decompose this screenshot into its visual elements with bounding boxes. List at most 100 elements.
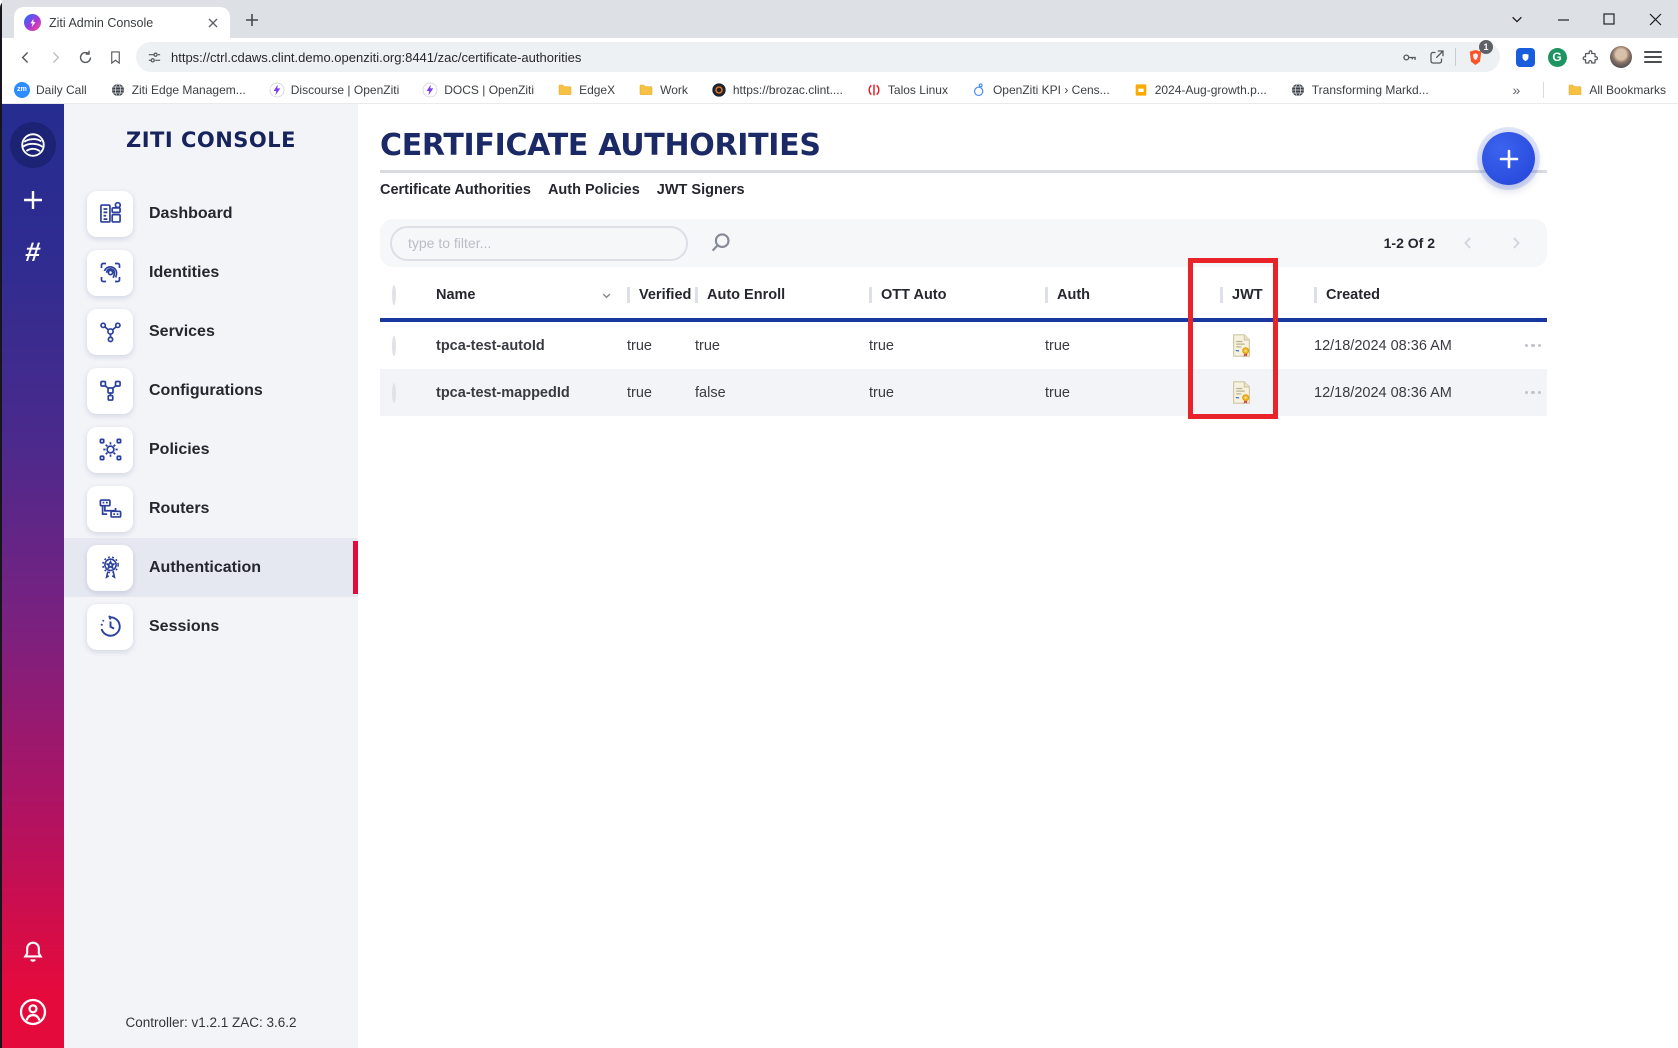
add-icon[interactable] (13, 180, 53, 220)
table-header: Name Verified Auto Enroll OTT Auto Auth … (380, 272, 1547, 318)
sidebar-item-identities[interactable]: Identities (64, 243, 358, 302)
jwt-certificate-icon[interactable] (1220, 379, 1314, 406)
sidebar-item-label: Sessions (149, 618, 219, 636)
close-button[interactable] (1632, 0, 1678, 38)
ziti-admin-console-app: # ZITI CONSOLE (2, 104, 1678, 1048)
routers-icon (87, 486, 133, 532)
url-text[interactable]: https://ctrl.cdaws.clint.demo.openziti.o… (171, 50, 1395, 65)
zoom-favicon-icon: zm (14, 82, 30, 98)
tab-search-icon[interactable] (1494, 0, 1540, 38)
grammarly-extension-icon[interactable]: G (1542, 42, 1572, 72)
sidebar-item-authentication[interactable]: Authentication (64, 538, 358, 597)
browser-tab-strip: Ziti Admin Console (2, 0, 1678, 38)
page-prev-icon[interactable] (1453, 228, 1483, 258)
bookmark-folder-edgex[interactable]: EdgeX (557, 82, 615, 98)
title-divider (380, 170, 1547, 173)
profile-icon[interactable] (13, 992, 53, 1032)
extensions-puzzle-icon[interactable] (1574, 42, 1604, 72)
browser-tab[interactable]: Ziti Admin Console (14, 7, 230, 38)
bitwarden-extension-icon[interactable] (1510, 42, 1540, 72)
sidebar-item-sessions[interactable]: Sessions (64, 597, 358, 656)
sidebar-item-routers[interactable]: Routers (64, 479, 358, 538)
minimize-button[interactable] (1540, 0, 1586, 38)
filter-input[interactable] (390, 226, 688, 261)
address-bar[interactable]: https://ctrl.cdaws.clint.demo.openziti.o… (136, 42, 1500, 72)
row-actions-icon[interactable] (1510, 344, 1547, 348)
ca-name: tpca-test-autoId (436, 338, 627, 354)
sidebar-item-label: Authentication (149, 559, 261, 577)
row-checkbox[interactable] (392, 336, 396, 356)
bookmark-2024-aug-growth[interactable]: 2024-Aug-growth.p... (1133, 82, 1267, 98)
sidebar-item-label: Routers (149, 500, 209, 518)
table-row[interactable]: tpca-test-mappedId true false true true … (380, 369, 1547, 416)
back-icon[interactable] (10, 42, 40, 72)
row-actions-icon[interactable] (1510, 391, 1547, 395)
bookmark-talos-linux[interactable]: Talos Linux (866, 82, 948, 98)
filter-bar: 1-2 Of 2 (380, 219, 1547, 267)
tab-close-icon[interactable] (204, 14, 222, 32)
sidebar-item-dashboard[interactable]: Dashboard (64, 184, 358, 243)
sidebar-item-policies[interactable]: Policies (64, 420, 358, 479)
select-all-checkbox[interactable] (392, 285, 396, 305)
ca-name: tpca-test-mappedId (436, 385, 627, 401)
table-row[interactable]: tpca-test-autoId true true true true 12/… (380, 322, 1547, 369)
toolbar-divider (1455, 48, 1456, 66)
all-bookmarks-button[interactable]: All Bookmarks (1567, 82, 1666, 98)
bookmark-folder-work[interactable]: Work (638, 82, 688, 98)
bookmark-discourse-openziti[interactable]: Discourse | OpenZiti (269, 82, 400, 98)
reload-icon[interactable] (70, 42, 100, 72)
share-icon[interactable] (1423, 44, 1451, 70)
profile-avatar[interactable] (1606, 42, 1636, 72)
new-tab-button[interactable] (238, 6, 266, 34)
dashboard-icon (87, 191, 133, 237)
authentication-badge-icon (87, 545, 133, 591)
sidebar-nav: Dashboard Identities (64, 184, 358, 656)
tab-jwt-signers[interactable]: JWT Signers (657, 182, 745, 198)
bookmark-brozac[interactable]: https://brozac.clint.... (711, 82, 843, 98)
search-icon[interactable] (704, 227, 736, 259)
forward-icon[interactable] (40, 42, 70, 72)
sort-chevron-icon (600, 289, 613, 302)
sidebar-item-services[interactable]: Services (64, 302, 358, 361)
add-certificate-authority-button[interactable] (1482, 132, 1535, 185)
bookmark-docs-openziti[interactable]: DOCS | OpenZiti (422, 82, 534, 98)
ca-verified: true (627, 385, 695, 401)
bookmark-openziti-kpi[interactable]: OpenZiti KPI › Cens... (971, 82, 1110, 98)
column-header-name[interactable]: Name (436, 287, 627, 303)
bookmarks-divider (1543, 82, 1544, 98)
pagination-label: 1-2 Of 2 (1384, 235, 1435, 251)
row-checkbox[interactable] (392, 383, 396, 403)
window-controls (1494, 0, 1678, 38)
bookmark-transforming-markdown[interactable]: Transforming Markd... (1290, 82, 1429, 98)
column-header-auth: Auth (1045, 287, 1220, 303)
ziti-logo-icon[interactable] (10, 122, 56, 168)
bookmark-daily-call[interactable]: zm Daily Call (14, 82, 87, 98)
sidebar-item-configurations[interactable]: Configurations (64, 361, 358, 420)
section-tabs: Certificate Authorities Auth Policies JW… (380, 182, 1678, 198)
tab-certificate-authorities[interactable]: Certificate Authorities (380, 182, 531, 198)
menu-icon[interactable] (1638, 42, 1668, 72)
notifications-bell-icon[interactable] (13, 932, 53, 972)
services-network-icon (87, 309, 133, 355)
maximize-button[interactable] (1586, 0, 1632, 38)
column-header-auto-enroll: Auto Enroll (695, 287, 869, 303)
left-rail: # (2, 104, 64, 1048)
site-settings-icon[interactable] (146, 49, 163, 66)
page-next-icon[interactable] (1501, 228, 1531, 258)
ca-verified: true (627, 338, 695, 354)
ziti-favicon-icon (24, 14, 41, 31)
tab-auth-policies[interactable]: Auth Policies (548, 182, 640, 198)
bookmark-ziti-edge[interactable]: Ziti Edge Managem... (110, 82, 246, 98)
column-header-jwt: JWT (1220, 287, 1314, 303)
app-brand: ZITI CONSOLE (64, 128, 358, 152)
folder-icon (557, 82, 573, 98)
brave-shield-icon[interactable]: 1 (1460, 43, 1490, 71)
policies-gear-icon (87, 427, 133, 473)
bookmarks-overflow-icon[interactable]: » (1513, 82, 1521, 98)
hash-icon[interactable]: # (13, 232, 53, 272)
jwt-certificate-icon[interactable] (1220, 332, 1314, 359)
bookmark-icon[interactable] (100, 42, 130, 72)
pagination: 1-2 Of 2 (1384, 228, 1531, 258)
password-key-icon[interactable] (1395, 44, 1423, 70)
main-content: CERTIFICATE AUTHORITIES Certificate Auth… (358, 104, 1678, 1048)
